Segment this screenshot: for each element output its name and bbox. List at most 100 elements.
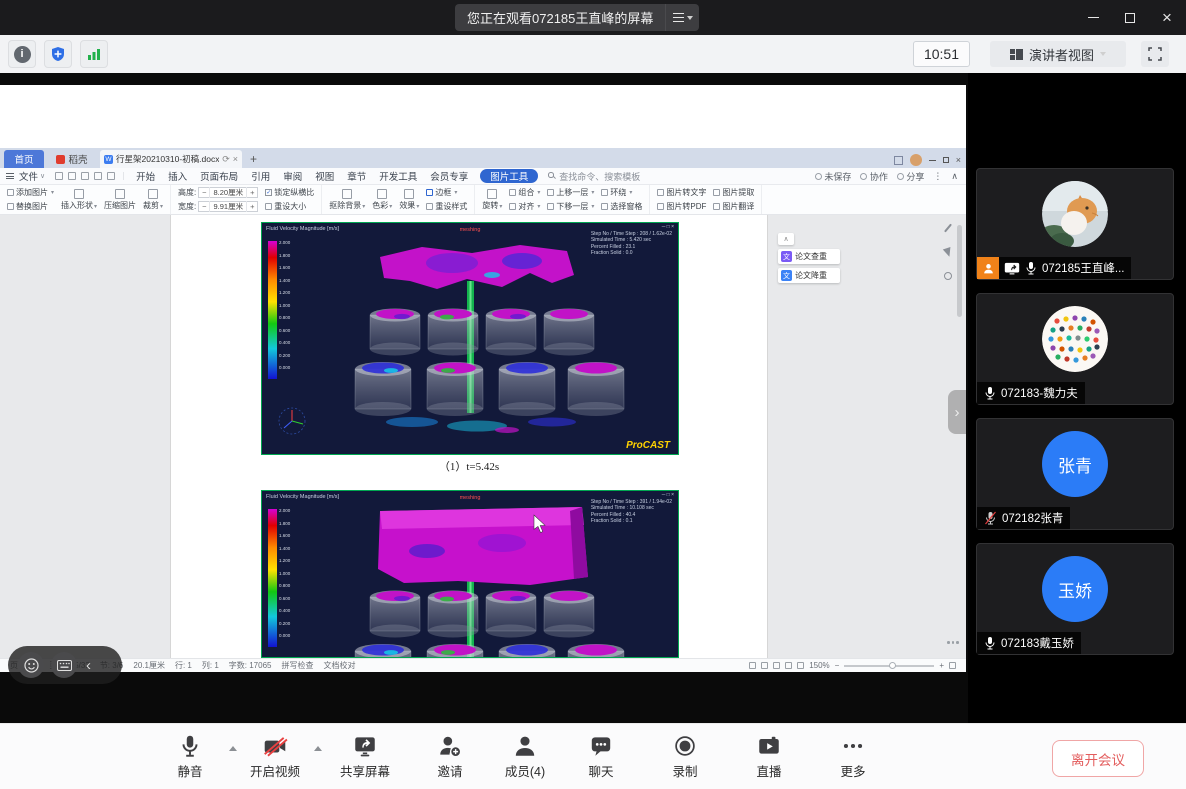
menu-item-start[interactable]: 开始	[136, 169, 155, 183]
ribbon-image-to-pdf[interactable]: 图片转PDF	[657, 201, 706, 212]
ribbon-wrap[interactable]: 环绕▾	[601, 187, 642, 198]
wps-tab-document[interactable]: W 行星架20210310-初稿.docx ⟳ ×	[100, 150, 242, 168]
global-menu-icon[interactable]	[6, 173, 14, 179]
collaborate-button[interactable]: 协作	[860, 170, 888, 183]
menu-item-insert[interactable]: 插入	[168, 169, 187, 183]
width-stepper[interactable]: −9.91厘米+	[198, 201, 258, 212]
camera-button[interactable]: 开启视频	[235, 733, 315, 780]
ribbon-rotate[interactable]: 旋转▾	[482, 189, 502, 211]
emoji-button[interactable]	[18, 652, 44, 678]
ribbon-select-pane[interactable]: 选择窗格	[601, 201, 642, 212]
ribbon-effect[interactable]: 效果▾	[399, 189, 419, 211]
doc-scrollbar[interactable]	[957, 225, 962, 317]
wps-account-avatar[interactable]	[910, 154, 922, 166]
participant-tile-3[interactable]: 张青 072182张青	[976, 418, 1174, 530]
camera-options-caret[interactable]	[314, 746, 322, 751]
participant-tile-1[interactable]: 072185王直峰...	[976, 168, 1174, 280]
tab-close-icon[interactable]: ×	[233, 154, 238, 164]
view-mode-3-icon[interactable]	[773, 662, 780, 669]
ribbon-add-image[interactable]: 添加图片▾	[7, 187, 54, 198]
menu-item-view[interactable]: 视图	[315, 169, 334, 183]
keyboard-button[interactable]	[51, 652, 77, 678]
height-stepper[interactable]: −8.20厘米+	[198, 187, 258, 198]
ribbon-image-translate[interactable]: 图片翻译	[713, 201, 754, 212]
select-cursor-icon[interactable]	[943, 247, 953, 258]
view-mode-1-icon[interactable]	[749, 662, 756, 669]
title-menu-button[interactable]	[665, 4, 699, 31]
figure-1[interactable]: Fluid Velocity Magnitude [m/s] meshing ─…	[261, 222, 679, 455]
wps-tab-docer[interactable]: 稻壳	[44, 150, 100, 168]
maximize-button[interactable]	[1115, 0, 1145, 35]
fit-page-icon[interactable]	[949, 662, 956, 669]
ribbon-reset-style[interactable]: 重设样式	[426, 201, 467, 212]
more-button[interactable]: 更多	[813, 733, 893, 780]
picture-tools-tab[interactable]: 图片工具	[480, 169, 538, 183]
menu-item-reference[interactable]: 引用	[251, 169, 270, 183]
network-quality-button[interactable]	[80, 40, 108, 68]
zoom-slider[interactable]	[844, 665, 934, 667]
collapse-pill-icon[interactable]: ‹	[86, 657, 91, 674]
view-mode-2-icon[interactable]	[761, 662, 768, 669]
wps-tab-home[interactable]: 首页	[4, 150, 44, 168]
share-screen-button[interactable]: 共享屏幕	[325, 733, 405, 780]
ribbon-bring-forward[interactable]: 上移一层▾	[547, 187, 594, 198]
zoom-out-button[interactable]: −	[835, 661, 840, 670]
view-mode-4-icon[interactable]	[785, 662, 792, 669]
chat-button[interactable]: 聊天	[561, 733, 641, 780]
ribbon-border[interactable]: 边框▾	[426, 187, 467, 198]
ribbon-color[interactable]: 色彩▾	[372, 189, 392, 211]
menu-item-page-layout[interactable]: 页面布局	[200, 169, 238, 183]
wps-restore-icon[interactable]	[943, 157, 949, 163]
ribbon-image-to-text[interactable]: 图片转文字	[657, 187, 706, 198]
fullscreen-button[interactable]	[1141, 41, 1169, 67]
pen-icon[interactable]	[944, 224, 952, 233]
invite-button[interactable]: 邀请	[410, 733, 490, 780]
pen-mode-icon[interactable]	[797, 662, 804, 669]
new-tab-button[interactable]: +	[250, 150, 257, 168]
menu-item-section[interactable]: 章节	[347, 169, 366, 183]
plugin-collapse-button[interactable]: ∧	[778, 233, 794, 245]
ribbon-send-backward[interactable]: 下移一层▾	[547, 201, 594, 212]
ribbon-crop[interactable]: 裁剪▾	[143, 189, 163, 211]
ribbon-compress-image[interactable]: 压缩图片	[104, 189, 136, 211]
reset-size-button[interactable]: 重设大小	[265, 201, 314, 212]
plugin-check-button[interactable]: 文 论文查重	[778, 249, 840, 264]
members-button[interactable]: 成员(4)	[485, 733, 565, 780]
view-mode-button[interactable]: 演讲者视图	[990, 41, 1126, 67]
lock-aspect-checkbox[interactable]: ✓锁定纵横比	[265, 187, 314, 198]
plugin-reduce-button[interactable]: 文 论文降重	[778, 268, 840, 283]
ribbon-remove-background[interactable]: 抠除背景▾	[329, 189, 365, 211]
menu-item-dev-tools[interactable]: 开发工具	[379, 169, 417, 183]
menu-item-review[interactable]: 审阅	[283, 169, 302, 183]
collapse-ribbon-icon[interactable]: ∧	[951, 171, 958, 182]
participant-tile-4[interactable]: 玉娇 072183戴玉娇	[976, 543, 1174, 655]
share-button[interactable]: 分享	[897, 170, 925, 183]
quick-access-toolbar[interactable]	[55, 172, 124, 180]
zoom-in-button[interactable]: +	[939, 661, 944, 670]
live-button[interactable]: 直播	[729, 733, 809, 780]
status-spell-check[interactable]: 拼写检查	[281, 660, 313, 671]
more-horizontal-icon[interactable]	[947, 641, 959, 644]
wps-minimize-icon[interactable]	[929, 160, 936, 161]
leave-meeting-button[interactable]: 离开会议	[1052, 740, 1144, 777]
menu-file[interactable]: 文件	[19, 169, 38, 183]
participant-tile-2[interactable]: 072183-魏力夫	[976, 293, 1174, 405]
panel-collapse-handle[interactable]: ›	[948, 390, 966, 434]
record-button[interactable]: 录制	[645, 733, 725, 780]
ribbon-group[interactable]: 组合▾	[509, 187, 540, 198]
menu-item-member[interactable]: 会员专享	[430, 169, 468, 183]
figure-2[interactable]: Fluid Velocity Magnitude [m/s] meshing ─…	[261, 490, 679, 658]
minimize-button[interactable]	[1078, 0, 1108, 35]
close-button[interactable]: ×	[1152, 0, 1182, 35]
security-button[interactable]	[44, 40, 72, 68]
wps-close-icon[interactable]: ×	[956, 155, 961, 165]
ribbon-align[interactable]: 对齐▾	[509, 201, 540, 212]
apps-grid-icon[interactable]	[894, 156, 903, 165]
ribbon-insert-shape[interactable]: 插入形状▾	[61, 189, 97, 211]
meeting-info-button[interactable]: i	[8, 40, 36, 68]
command-search[interactable]: 查找命令、搜索模板	[548, 170, 640, 183]
status-proofread[interactable]: 文档校对	[323, 660, 355, 671]
zoom-level[interactable]: 150%	[809, 661, 829, 670]
more-vertical-icon[interactable]: ⋮	[933, 171, 942, 182]
ribbon-replace-image[interactable]: 替换图片	[7, 201, 54, 212]
